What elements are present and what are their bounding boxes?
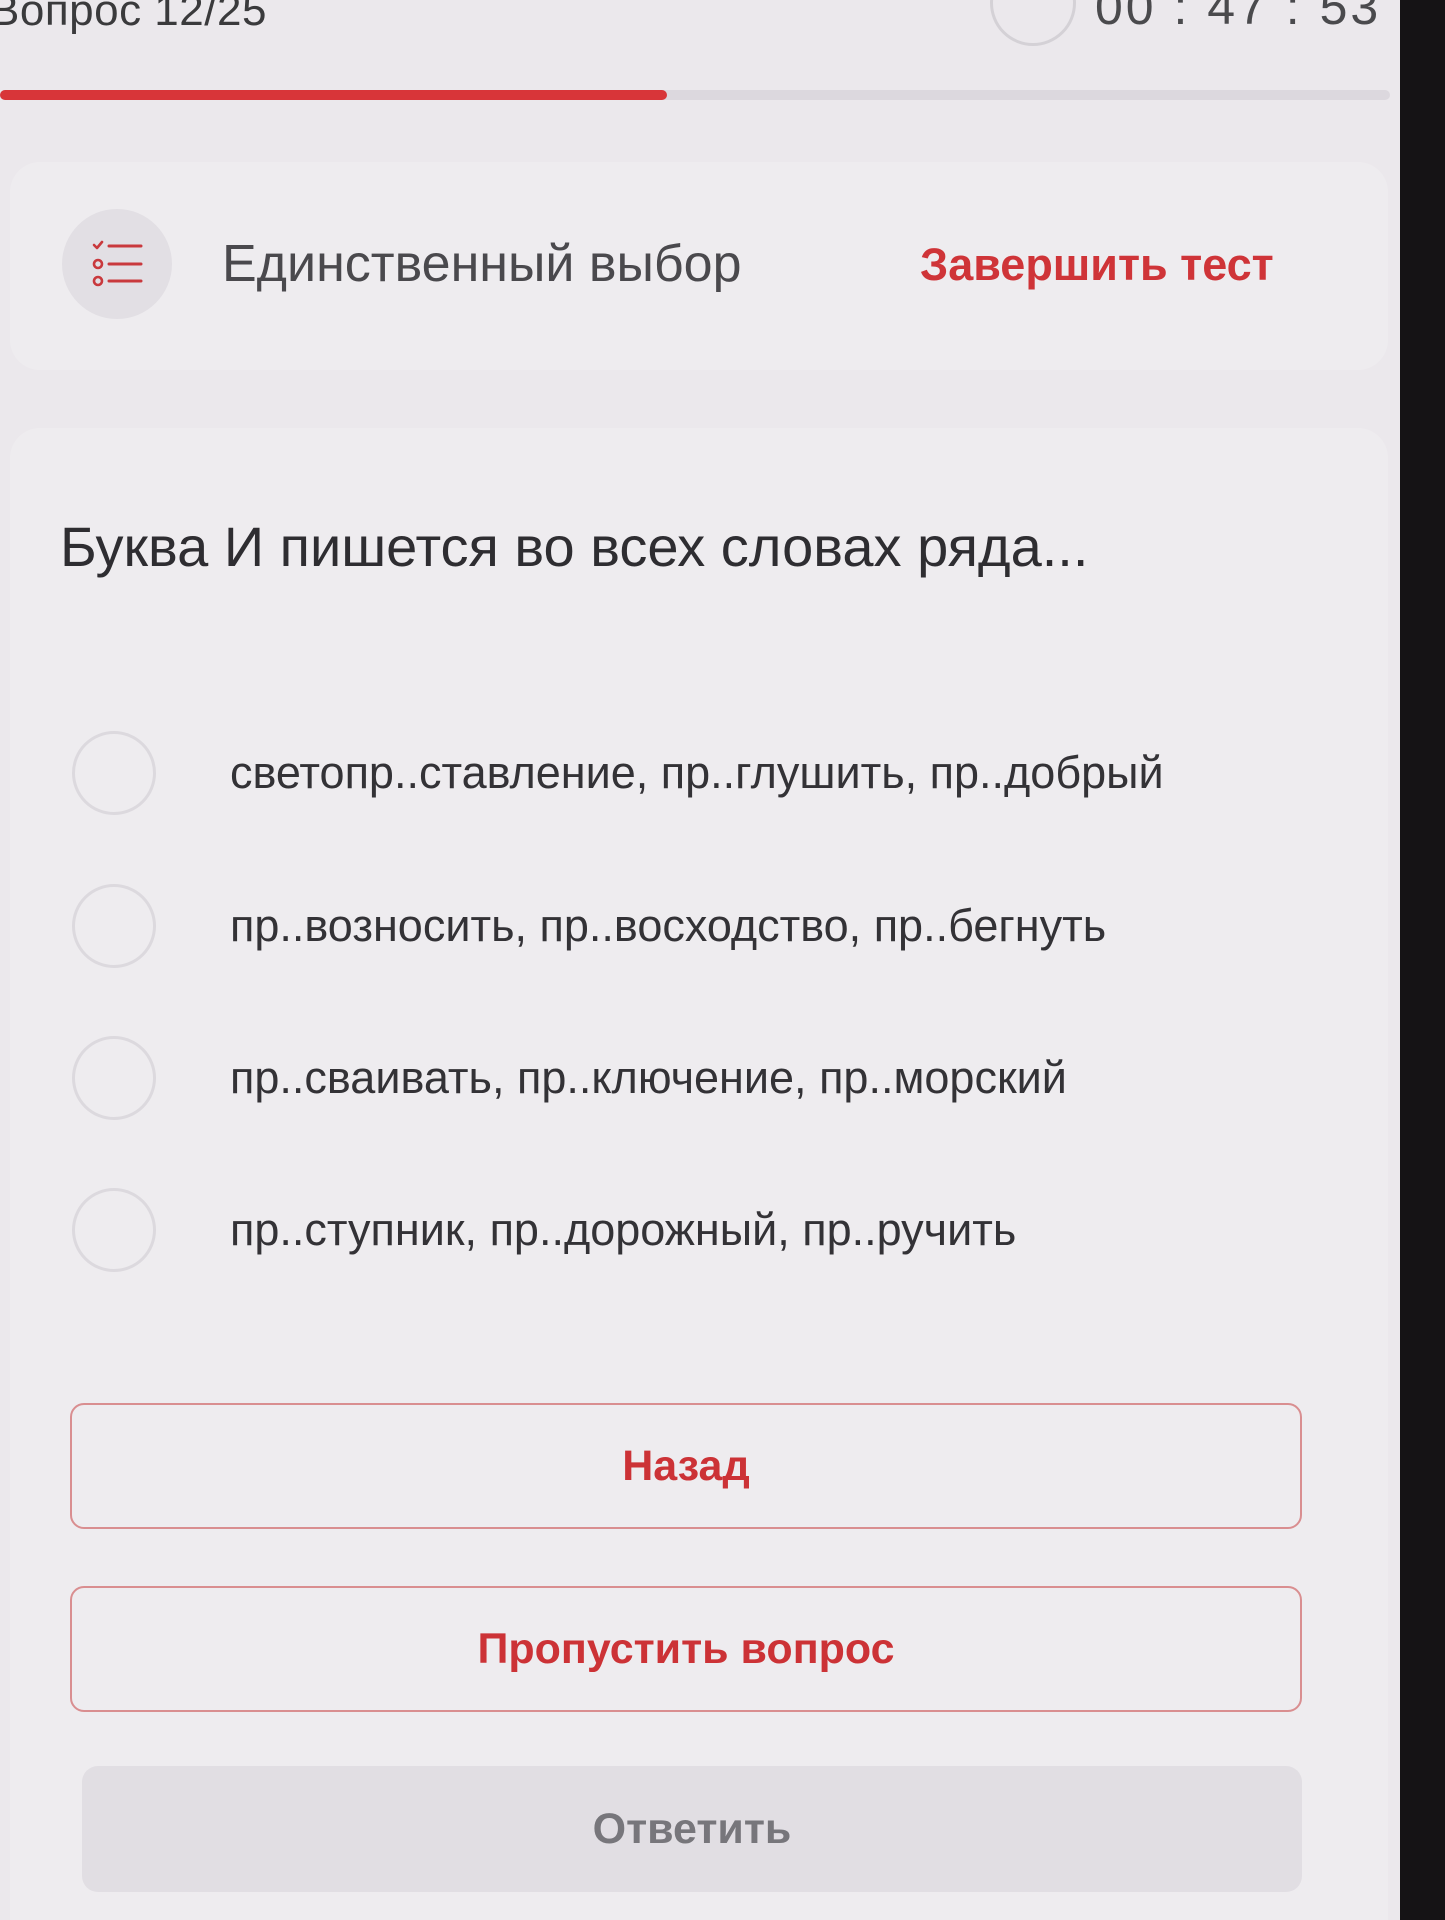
device-bezel: [1400, 0, 1445, 1920]
progress-bar-fill: [0, 90, 668, 100]
countdown-timer: 00 : 47 : 53: [1095, 0, 1382, 35]
answer-option-label[interactable]: светопр..ставление, пр..глушить, пр..доб…: [230, 747, 1164, 799]
radio-button-icon[interactable]: [72, 1036, 156, 1120]
answer-option-4[interactable]: пр..ступник, пр..дорожный, пр..ручить: [60, 1180, 1310, 1280]
radio-button-icon[interactable]: [72, 1188, 156, 1272]
question-counter: Вопрос 12/25: [0, 0, 267, 35]
question-type-header: Единственный выбор Завершить тест: [10, 162, 1388, 370]
answer-option-label[interactable]: пр..возносить, пр..восходство, пр..бегну…: [230, 900, 1106, 952]
question-card: Буква И пишется во всех словах ряда... с…: [10, 428, 1388, 1920]
answer-option-label[interactable]: пр..сваивать, пр..ключение, пр..морский: [230, 1052, 1067, 1104]
quiz-screen: Вопрос 12/25 00 : 47 : 53 Единственный в…: [0, 0, 1400, 1920]
finish-test-button[interactable]: Завершить тест: [920, 239, 1274, 291]
back-button[interactable]: Назад: [70, 1403, 1302, 1529]
checklist-icon: [62, 209, 172, 319]
answer-option-3[interactable]: пр..сваивать, пр..ключение, пр..морский: [60, 1028, 1310, 1128]
radio-button-icon[interactable]: [72, 884, 156, 968]
answer-option-2[interactable]: пр..возносить, пр..восходство, пр..бегну…: [60, 876, 1310, 976]
timer-ring-icon: [990, 0, 1076, 46]
radio-button-icon[interactable]: [72, 731, 156, 815]
submit-answer-button[interactable]: Ответить: [82, 1766, 1302, 1892]
question-text: Буква И пишется во всех словах ряда...: [60, 515, 1089, 578]
skip-question-button[interactable]: Пропустить вопрос: [70, 1586, 1302, 1712]
progress-bar: [0, 90, 1390, 100]
answer-option-1[interactable]: светопр..ставление, пр..глушить, пр..доб…: [60, 723, 1310, 823]
question-type-label: Единственный выбор: [222, 235, 742, 293]
answer-option-label[interactable]: пр..ступник, пр..дорожный, пр..ручить: [230, 1204, 1016, 1256]
